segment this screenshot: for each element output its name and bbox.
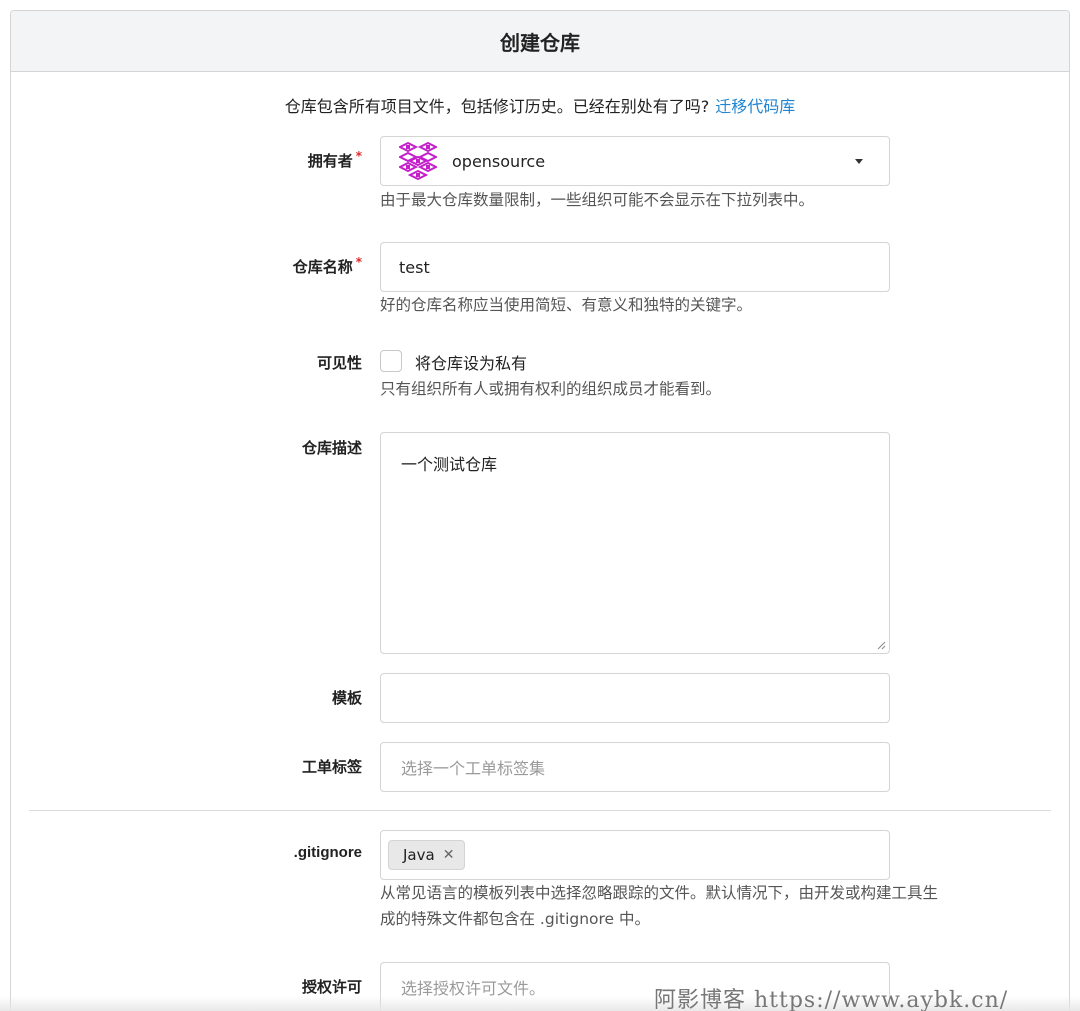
page-title: 创建仓库 [11,11,1069,72]
gitignore-help-2: 成的特殊文件都包含在 .gitignore 中。 [380,910,651,928]
description-label: 仓库描述 [301,439,362,457]
owner-label-text: 拥有者 [307,152,353,170]
remove-tag-icon[interactable]: ✕ [443,847,455,863]
private-checkbox[interactable] [380,350,402,372]
template-label: 模板 [331,689,362,707]
intro-text: 仓库包含所有项目文件，包括修订历史。已经在别处有了吗? 迁移代码库 [0,93,1080,117]
repo-name-help: 好的仓库名称应当使用简短、有意义和独特的关键字。 [380,296,753,314]
repo-name-label-text: 仓库名称 [292,258,353,276]
repo-name-input[interactable]: test [380,242,890,292]
gitignore-help-1: 从常见语言的模板列表中选择忽略跟踪的文件。默认情况下，由开发或构建工具生 [380,884,939,902]
owner-help: 由于最大仓库数量限制，一些组织可能不会显示在下拉列表中。 [380,191,815,209]
issue-labels-label: 工单标签 [301,758,362,776]
section-divider [29,810,1051,811]
chevron-down-icon [855,159,863,164]
migrate-repo-link[interactable]: 迁移代码库 [715,97,795,116]
resize-handle-icon[interactable] [876,640,886,650]
template-dropdown[interactable] [380,673,890,723]
required-marker: * [355,149,362,163]
gitignore-tag-label: Java [403,846,435,864]
repo-name-label: 仓库名称 * [292,255,362,277]
gitignore-label: .gitignore [293,844,362,861]
repo-name-value: test [399,257,430,277]
owner-value: opensource [452,151,546,171]
gitignore-dropdown[interactable]: Java ✕ [380,830,890,880]
intro-description: 仓库包含所有项目文件，包括修订历史。已经在别处有了吗? [284,97,710,116]
owner-label: 拥有者 * [307,149,362,171]
issue-labels-dropdown[interactable]: 选择一个工单标签集 [380,742,890,792]
visibility-help: 只有组织所有人或拥有权利的组织成员才能看到。 [380,380,722,398]
private-checkbox-label[interactable]: 将仓库设为私有 [415,350,527,374]
license-label: 授权许可 [301,978,362,996]
issue-labels-placeholder: 选择一个工单标签集 [401,759,546,778]
org-avatar-icon [399,142,437,180]
gitignore-tag: Java ✕ [388,840,466,870]
description-value: 一个测试仓库 [401,455,498,474]
watermark-text: 阿影博客 https://www.aybk.cn/ [654,988,1009,1011]
description-textarea[interactable]: 一个测试仓库 [380,432,890,654]
required-marker: * [355,255,362,269]
owner-dropdown[interactable]: opensource [380,136,890,186]
visibility-label: 可见性 [316,354,362,372]
